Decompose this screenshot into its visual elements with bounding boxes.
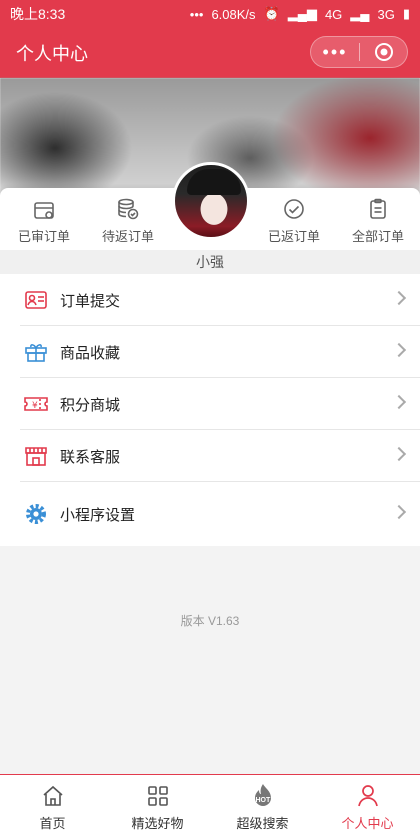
clipboard-icon (370, 198, 386, 219)
order-stat-label: 全部订单 (351, 229, 404, 244)
home-icon (42, 785, 63, 806)
signal-icon-2: ▂▄ (350, 6, 370, 21)
alarm-icon: ⏰ (263, 6, 280, 21)
tab-profile[interactable]: 个人中心 (315, 775, 420, 840)
page-title: 个人中心 (16, 44, 88, 64)
page-header: 个人中心 ••• (0, 28, 420, 78)
tab-label: 精选好物 (131, 816, 184, 831)
tab-bar: 首页 精选好物 HOT 超级搜索 个人中心 (0, 774, 420, 840)
status-time: 晚上8:33 (10, 6, 66, 22)
tab-super-search[interactable]: HOT 超级搜索 (210, 775, 315, 840)
tab-label: 首页 (39, 816, 66, 831)
order-stat-reviewed[interactable]: 已审订单 (2, 198, 86, 245)
menu-item-label: 商品收藏 (60, 344, 121, 362)
menu-item-label: 订单提交 (60, 292, 121, 310)
user-icon (357, 785, 378, 807)
tab-label: 个人中心 (341, 816, 394, 831)
version-text: 版本 V1.63 (180, 614, 240, 628)
menu-item-customer-service[interactable]: 联系客服 (0, 430, 420, 482)
menu-item-label: 联系客服 (60, 448, 121, 466)
username: 小强 (0, 250, 420, 274)
coins-icon (118, 198, 139, 220)
battery-icon: ▮ (402, 6, 410, 21)
order-stat-label: 已审订单 (17, 229, 70, 244)
menu-item-label: 积分商城 (60, 396, 121, 414)
check-circle-icon (284, 199, 304, 219)
ticket-icon: ¥ (24, 397, 48, 411)
menu-item-order-submit[interactable]: 订单提交 (0, 274, 420, 326)
close-miniprogram-button[interactable] (360, 42, 407, 62)
order-stat-label: 已返订单 (267, 229, 320, 244)
more-button[interactable]: ••• (311, 37, 359, 67)
avatar[interactable] (172, 162, 250, 240)
order-stat-all[interactable]: 全部订单 (336, 198, 420, 245)
svg-text:HOT: HOT (255, 797, 271, 804)
calendar-icon (34, 202, 54, 219)
chevron-right-icon (391, 504, 407, 520)
id-card-icon (25, 291, 47, 309)
tab-home[interactable]: 首页 (0, 775, 105, 840)
menu-item-settings[interactable]: 小程序设置 (0, 482, 420, 546)
status-network2: 3G (377, 6, 395, 22)
order-stat-pending[interactable]: 待返订单 (86, 198, 170, 245)
status-speed: 6.08K/s (211, 6, 256, 22)
grid-icon (147, 786, 168, 806)
status-bar: 晚上8:33 ••• 6.08K/s ⏰ ▂▄▆ 4G ▂▄ 3G ▮ (0, 0, 420, 28)
order-stat-label: 待返订单 (101, 229, 154, 244)
target-icon (374, 43, 393, 61)
order-stat-returned[interactable]: 已返订单 (252, 198, 336, 245)
chevron-right-icon (391, 342, 407, 358)
status-dots: ••• (189, 6, 204, 22)
signal-icon: ▂▄▆ (287, 6, 317, 21)
chevron-right-icon (391, 290, 407, 306)
menu-item-points-mall[interactable]: ¥ 积分商城 (0, 378, 420, 430)
tab-featured[interactable]: 精选好物 (105, 775, 210, 840)
shop-icon (25, 447, 47, 466)
svg-text:¥: ¥ (32, 401, 38, 411)
hot-icon: HOT (254, 784, 271, 806)
menu-item-label: 小程序设置 (60, 506, 136, 524)
gear-icon (26, 504, 46, 524)
menu-item-favorites[interactable]: 商品收藏 (0, 326, 420, 378)
gift-icon (25, 344, 47, 362)
chevron-right-icon (391, 394, 407, 410)
chevron-right-icon (391, 446, 407, 462)
miniprogram-capsule: ••• (310, 36, 408, 68)
tab-label: 超级搜索 (236, 816, 289, 831)
status-network1: 4G (324, 6, 343, 22)
menu-list: 订单提交 商品收藏 ¥ 积分商城 联系客服 小程序设置 (0, 274, 420, 546)
